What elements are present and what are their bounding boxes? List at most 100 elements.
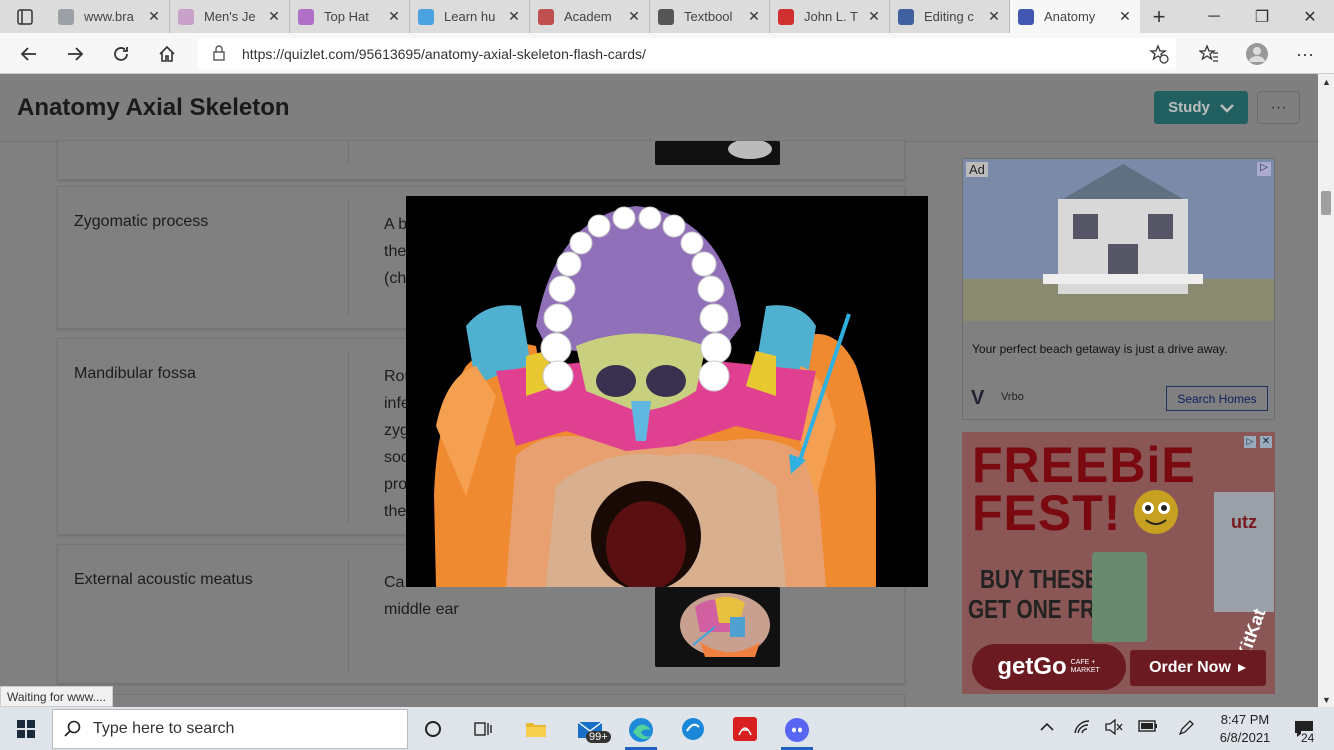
wifi-icon bbox=[1074, 720, 1090, 734]
acrobat-button[interactable] bbox=[729, 713, 761, 745]
mail-button[interactable]: 99+ bbox=[574, 713, 611, 745]
address-toolbar: https://quizlet.com/95613695/anatomy-axi… bbox=[0, 33, 1334, 74]
taskbar-search-box[interactable]: Type here to search bbox=[52, 709, 408, 749]
tab-title: Editing c bbox=[924, 9, 974, 24]
acrobat-icon bbox=[733, 717, 757, 741]
star-plus-icon bbox=[1149, 44, 1169, 64]
ad-close-icon[interactable]: ✕ bbox=[1260, 436, 1272, 448]
study-button[interactable]: Study bbox=[1154, 91, 1248, 124]
clock[interactable]: 8:47 PM 6/8/2021 bbox=[1210, 711, 1280, 747]
show-hidden-icons-button[interactable] bbox=[1040, 719, 1054, 735]
more-options-button[interactable]: ··· bbox=[1257, 91, 1300, 124]
ad-getgo[interactable]: FREEBiE FEST! utz BUY THESE, GET ONE FRE… bbox=[962, 432, 1275, 694]
card-divider bbox=[348, 141, 349, 165]
close-tab-icon[interactable]: ✕ bbox=[147, 8, 161, 25]
close-tab-icon[interactable]: ✕ bbox=[987, 8, 1001, 25]
order-now-button[interactable]: Order Now bbox=[1130, 650, 1266, 686]
task-view-icon bbox=[474, 722, 492, 736]
browser-tab[interactable]: Men's Je ✕ bbox=[170, 0, 290, 33]
close-window-button[interactable]: ✕ bbox=[1286, 0, 1334, 33]
product-utz: utz bbox=[1214, 492, 1274, 612]
discord-button[interactable] bbox=[781, 713, 813, 750]
new-tab-button[interactable]: + bbox=[1140, 4, 1178, 30]
tab-actions-button[interactable] bbox=[0, 0, 50, 33]
add-favorite-button[interactable] bbox=[1146, 41, 1172, 67]
browser-tab[interactable]: www.bra ✕ bbox=[50, 0, 170, 33]
back-button[interactable] bbox=[16, 41, 42, 67]
scroll-down-arrow-icon[interactable]: ▼ bbox=[1322, 695, 1331, 705]
browser-tab[interactable]: Editing c ✕ bbox=[890, 0, 1010, 33]
tab-title: Men's Je bbox=[204, 9, 256, 24]
start-button[interactable] bbox=[10, 713, 42, 745]
scroll-up-arrow-icon[interactable]: ▲ bbox=[1322, 77, 1331, 87]
page-scrollbar[interactable]: ▲ ▼ bbox=[1318, 74, 1334, 707]
edge-icon bbox=[629, 718, 653, 742]
edge-taskbar-button[interactable] bbox=[625, 713, 657, 750]
skull-inferior-view-graphic bbox=[434, 206, 876, 587]
vrbo-logo-icon: V bbox=[971, 387, 985, 409]
url-text: https://quizlet.com/95613695/anatomy-axi… bbox=[242, 46, 646, 62]
tab-favicon-icon bbox=[658, 8, 674, 25]
favorites-button[interactable] bbox=[1196, 41, 1222, 67]
battery-icon bbox=[1138, 720, 1157, 732]
skull-thumbnail-graphic bbox=[680, 593, 770, 657]
close-tab-icon[interactable]: ✕ bbox=[627, 8, 641, 25]
search-homes-button[interactable]: Search Homes bbox=[1166, 386, 1268, 411]
restore-button[interactable]: ❐ bbox=[1238, 0, 1286, 33]
play-arrow-icon bbox=[1237, 664, 1246, 672]
profile-button[interactable] bbox=[1244, 41, 1270, 67]
tab-title: Textbool bbox=[684, 9, 733, 24]
card-definition: A b the (ch bbox=[384, 216, 408, 287]
close-tab-icon[interactable]: ✕ bbox=[267, 8, 281, 25]
close-tab-icon[interactable]: ✕ bbox=[387, 8, 401, 25]
close-tab-icon[interactable]: ✕ bbox=[747, 8, 761, 25]
browser-tab[interactable]: Academ ✕ bbox=[530, 0, 650, 33]
browser-tab[interactable]: Textbool ✕ bbox=[650, 0, 770, 33]
browser-tab[interactable]: John L. T ✕ bbox=[770, 0, 890, 33]
close-tab-icon[interactable]: ✕ bbox=[507, 8, 521, 25]
refresh-icon bbox=[114, 47, 128, 61]
status-bar: Waiting for www.... bbox=[0, 686, 113, 707]
getgo-logo: getGo CAFE + MARKET bbox=[972, 644, 1126, 690]
close-tab-icon[interactable]: ✕ bbox=[1118, 8, 1132, 25]
pen-icon bbox=[1178, 720, 1194, 736]
refresh-button[interactable] bbox=[108, 41, 134, 67]
network-button[interactable] bbox=[1073, 719, 1091, 738]
mail-badge: 99+ bbox=[586, 731, 611, 743]
enlarged-image-overlay[interactable] bbox=[406, 196, 928, 587]
tab-title: www.bra bbox=[84, 9, 134, 24]
card-image-thumbnail[interactable] bbox=[655, 587, 780, 667]
ad-line: BUY THESE, bbox=[980, 564, 1105, 594]
pen-button[interactable] bbox=[1177, 719, 1195, 740]
tab-favicon-icon bbox=[1018, 8, 1034, 25]
forward-arrow-icon bbox=[68, 47, 84, 61]
ad-vrbo[interactable]: Ad ▷ Your perfect beach getaway is just … bbox=[962, 158, 1275, 420]
browser-tab[interactable]: Anatomy ✕ bbox=[1010, 0, 1140, 33]
browser-tab[interactable]: Top Hat ✕ bbox=[290, 0, 410, 33]
ad-choices-icon[interactable]: ▷ bbox=[1257, 162, 1271, 176]
notifications-button[interactable]: 24 bbox=[1288, 713, 1320, 745]
search-icon bbox=[64, 720, 81, 737]
volume-button[interactable] bbox=[1105, 718, 1123, 738]
task-view-button[interactable] bbox=[467, 713, 499, 745]
home-button[interactable] bbox=[154, 41, 180, 67]
ad-choices-icon[interactable]: ▷ bbox=[1244, 436, 1256, 448]
battery-button[interactable] bbox=[1138, 719, 1158, 736]
browser-tab[interactable]: Learn hu ✕ bbox=[410, 0, 530, 33]
ad-brand: Vrbo bbox=[1001, 391, 1024, 403]
card-term: Mandibular fossa bbox=[74, 365, 196, 382]
card-image-thumbnail[interactable] bbox=[655, 141, 780, 165]
close-tab-icon[interactable]: ✕ bbox=[867, 8, 881, 25]
settings-more-button[interactable]: ··· bbox=[1292, 41, 1318, 67]
file-explorer-button[interactable] bbox=[520, 713, 552, 745]
url-bar[interactable]: https://quizlet.com/95613695/anatomy-axi… bbox=[198, 38, 1176, 69]
minimize-button[interactable]: ─ bbox=[1190, 0, 1238, 33]
scrollbar-thumb[interactable] bbox=[1321, 191, 1331, 215]
tab-title: Top Hat bbox=[324, 9, 369, 24]
forward-button[interactable] bbox=[62, 41, 88, 67]
product-image bbox=[1092, 552, 1147, 642]
cortana-button[interactable] bbox=[417, 713, 449, 745]
tab-favicon-icon bbox=[898, 8, 914, 25]
clock-time: 8:47 PM bbox=[1220, 712, 1270, 727]
app-button[interactable] bbox=[677, 713, 709, 745]
